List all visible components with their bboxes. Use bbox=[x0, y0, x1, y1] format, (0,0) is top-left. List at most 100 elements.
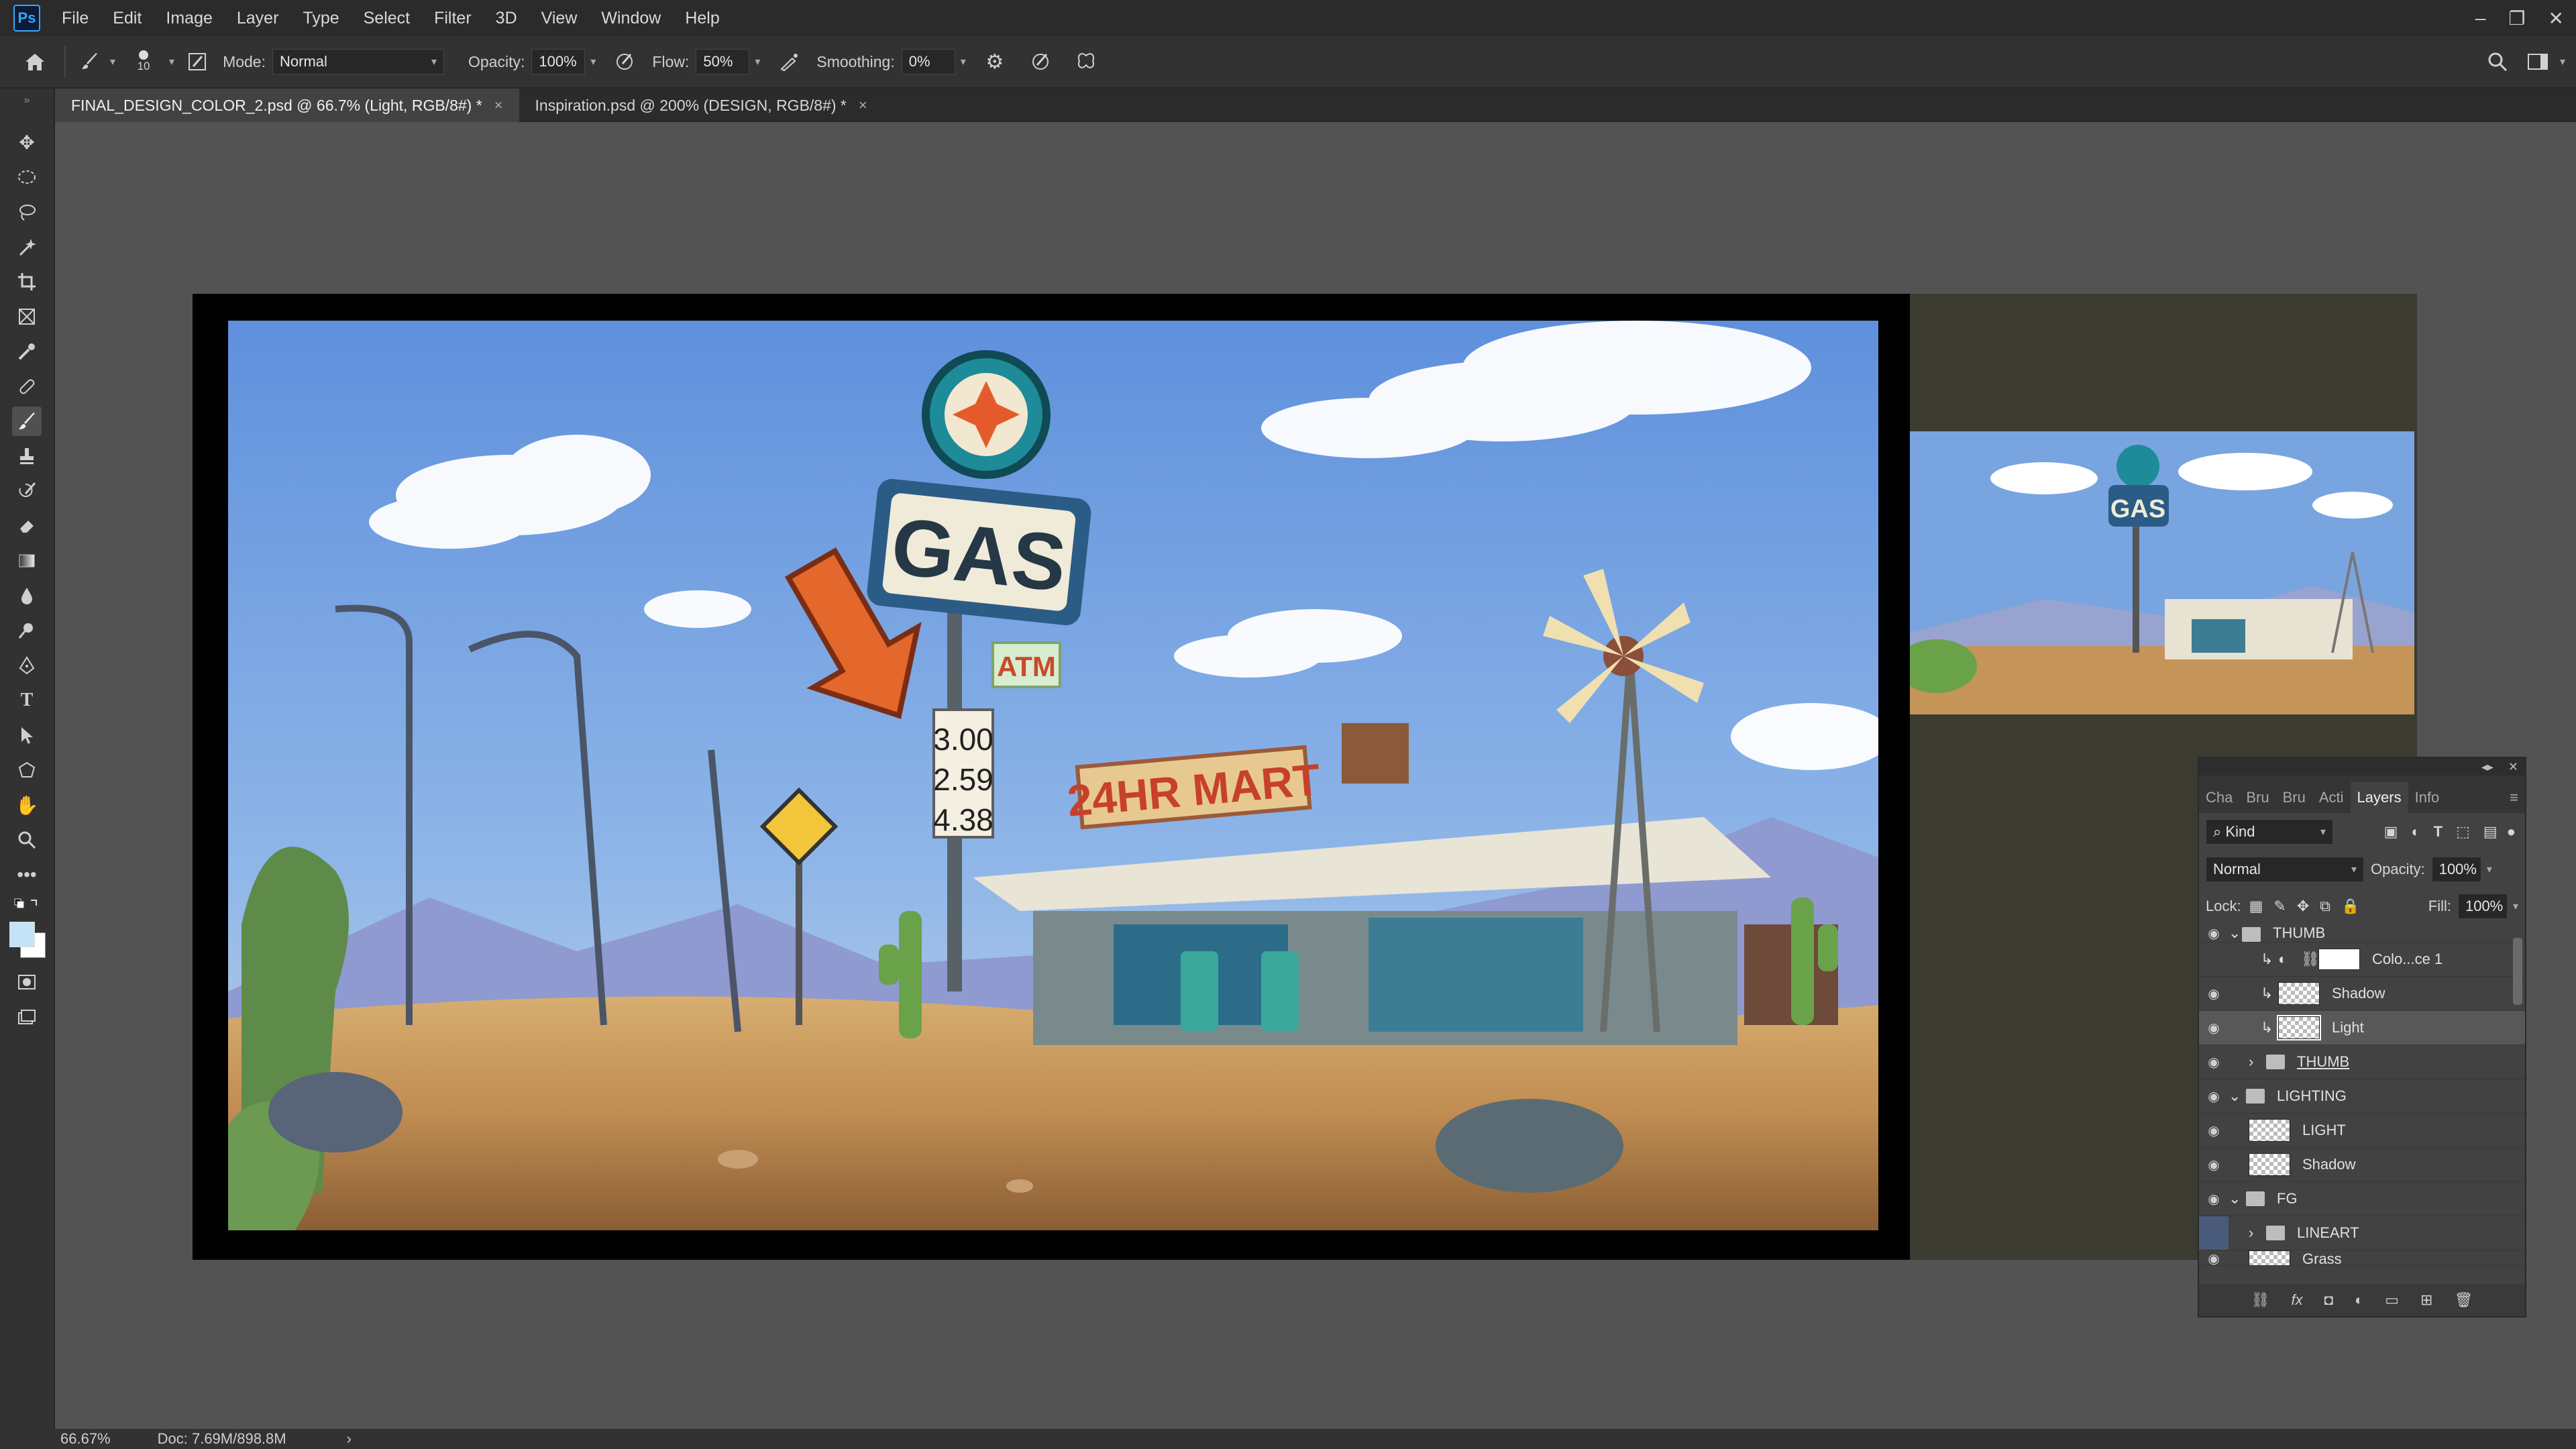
chevron-down-icon[interactable]: ⌄ bbox=[2229, 924, 2242, 942]
menu-help[interactable]: Help bbox=[685, 9, 719, 28]
tab-info[interactable]: Info bbox=[2408, 782, 2447, 813]
airbrush-icon[interactable] bbox=[772, 52, 806, 72]
collapse-icon[interactable]: ◂▸ bbox=[2481, 760, 2493, 774]
layer-row-thumb-subgroup[interactable]: ◉ › THUMB bbox=[2199, 1045, 2525, 1079]
chevron-right-icon[interactable]: › bbox=[2249, 1053, 2266, 1071]
path-selection-tool-icon[interactable] bbox=[12, 720, 42, 750]
menu-filter[interactable]: Filter bbox=[434, 9, 472, 28]
foreground-color-swatch[interactable] bbox=[9, 922, 35, 947]
chevron-down-icon[interactable]: ▾ bbox=[2560, 55, 2565, 68]
blend-mode-dropdown[interactable]: Normal ▾ bbox=[2206, 857, 2364, 882]
zoom-level[interactable]: 66.67% bbox=[60, 1430, 111, 1448]
frame-tool-icon[interactable] bbox=[12, 302, 42, 331]
symmetry-butterfly-icon[interactable] bbox=[1069, 52, 1103, 72]
layer-opacity-field[interactable]: 100% bbox=[2431, 857, 2481, 882]
type-tool-icon[interactable]: T bbox=[12, 686, 42, 715]
flow-field[interactable]: 50% bbox=[696, 49, 750, 74]
chevron-down-icon[interactable]: ▾ bbox=[2487, 863, 2492, 876]
pressure-size-icon[interactable] bbox=[1024, 52, 1057, 72]
layer-row-lighting-group[interactable]: ◉ ⌄ LIGHTING bbox=[2199, 1079, 2525, 1114]
mode-dropdown[interactable]: Normal ▾ bbox=[272, 49, 444, 74]
panel-menu-icon[interactable]: ≡ bbox=[2503, 782, 2525, 813]
fill-field[interactable]: 100% bbox=[2457, 894, 2508, 919]
eye-icon[interactable]: ◉ bbox=[2199, 1088, 2229, 1105]
layer-row-light-upper[interactable]: ◉ LIGHT bbox=[2199, 1114, 2525, 1148]
menu-window[interactable]: Window bbox=[601, 9, 661, 28]
move-tool-icon[interactable]: ✥ bbox=[12, 127, 42, 157]
brush-tool-icon[interactable] bbox=[75, 52, 105, 72]
brush-tool-icon[interactable] bbox=[12, 407, 42, 436]
chevron-down-icon[interactable]: ▾ bbox=[961, 55, 966, 68]
menu-image[interactable]: Image bbox=[166, 9, 212, 28]
layer-row-shadow-2[interactable]: ◉ Shadow bbox=[2199, 1148, 2525, 1182]
marquee-tool-icon[interactable] bbox=[12, 162, 42, 192]
artwork-canvas[interactable]: GAS ATM 3.00 2.59 4.38 24HR MART bbox=[228, 321, 1878, 1230]
trash-icon[interactable]: 🗑 bbox=[2454, 1291, 2473, 1309]
zoom-tool-icon[interactable] bbox=[12, 825, 42, 855]
filter-smart-object-icon[interactable]: ▤ bbox=[2483, 823, 2498, 841]
filter-type-icon[interactable]: T bbox=[2434, 823, 2443, 841]
gradient-tool-icon[interactable] bbox=[12, 546, 42, 576]
lock-image-icon[interactable]: ✎ bbox=[2273, 898, 2286, 915]
chevron-down-icon[interactable]: ▾ bbox=[755, 55, 760, 68]
lock-all-icon[interactable]: 🔒 bbox=[2341, 898, 2359, 915]
layer-row-fg-group[interactable]: ◉ ⌄ FG bbox=[2199, 1182, 2525, 1216]
new-layer-icon[interactable]: ⊞ bbox=[2420, 1291, 2432, 1309]
close-icon[interactable]: ✕ bbox=[2548, 7, 2564, 30]
workspace-icon[interactable] bbox=[2521, 53, 2555, 70]
pressure-opacity-icon[interactable] bbox=[608, 52, 641, 72]
layer-row-grass[interactable]: ◉ Grass bbox=[2199, 1250, 2525, 1266]
link-layers-icon[interactable]: ⛓ bbox=[2251, 1291, 2270, 1309]
filter-shape-icon[interactable]: ⬚ bbox=[2456, 823, 2470, 841]
gear-icon[interactable]: ⚙ bbox=[978, 50, 1012, 74]
menu-type[interactable]: Type bbox=[303, 9, 339, 28]
chevron-down-icon[interactable]: ⌄ bbox=[2229, 1190, 2246, 1208]
lasso-tool-icon[interactable] bbox=[12, 197, 42, 227]
visibility-toggle-empty[interactable] bbox=[2199, 1216, 2229, 1250]
new-adjustment-icon[interactable]: ◐ bbox=[2355, 1291, 2363, 1309]
tab-actions[interactable]: Acti bbox=[2312, 782, 2351, 813]
menu-3d[interactable]: 3D bbox=[496, 9, 517, 28]
tab-channels[interactable]: Cha bbox=[2199, 782, 2239, 813]
eyedropper-tool-icon[interactable] bbox=[12, 337, 42, 366]
smoothing-field[interactable]: 0% bbox=[901, 49, 955, 74]
eye-icon[interactable]: ◉ bbox=[2199, 1020, 2229, 1036]
pen-tool-icon[interactable] bbox=[12, 651, 42, 680]
collapse-handle-icon[interactable]: » bbox=[12, 94, 42, 107]
eye-icon[interactable]: ◉ bbox=[2199, 925, 2229, 942]
home-icon[interactable] bbox=[15, 52, 55, 72]
filter-adjustment-icon[interactable]: ◐ bbox=[2411, 823, 2420, 841]
hand-tool-icon[interactable]: ✋ bbox=[12, 790, 42, 820]
tab-final-design[interactable]: FINAL_DESIGN_COLOR_2.psd @ 66.7% (Light,… bbox=[55, 89, 519, 122]
screen-mode-icon[interactable] bbox=[12, 1002, 42, 1032]
more-tools-icon[interactable]: ••• bbox=[12, 860, 42, 890]
tab-brush-settings[interactable]: Bru bbox=[2276, 782, 2312, 813]
chevron-down-icon[interactable]: ⌄ bbox=[2229, 1087, 2246, 1105]
eye-icon[interactable]: ◉ bbox=[2199, 1191, 2229, 1208]
eraser-tool-icon[interactable] bbox=[12, 511, 42, 541]
tab-inspiration[interactable]: Inspiration.psd @ 200% (DESIGN, RGB/8#) … bbox=[519, 89, 883, 122]
menu-layer[interactable]: Layer bbox=[237, 9, 279, 28]
eye-icon[interactable]: ◉ bbox=[2199, 1054, 2229, 1071]
minimize-icon[interactable]: – bbox=[2475, 7, 2486, 29]
layer-row-color-balance[interactable]: ↳ ◐ ⛓ Colo...ce 1 bbox=[2199, 943, 2525, 977]
chevron-down-icon[interactable]: ▾ bbox=[169, 55, 174, 68]
filter-toggle-icon[interactable]: ● bbox=[2507, 823, 2516, 841]
brush-settings-panel-icon[interactable] bbox=[182, 52, 212, 72]
close-icon[interactable]: × bbox=[859, 97, 867, 114]
restore-icon[interactable]: ❐ bbox=[2508, 7, 2525, 30]
brush-preset-picker[interactable]: 10 bbox=[123, 50, 164, 73]
tab-brushes[interactable]: Bru bbox=[2239, 782, 2275, 813]
layer-row-light[interactable]: ◉ ↳ Light bbox=[2199, 1011, 2525, 1045]
quick-mask-icon[interactable] bbox=[12, 967, 42, 997]
eye-icon[interactable]: ◉ bbox=[2199, 1250, 2229, 1265]
new-group-icon[interactable]: ▭ bbox=[2385, 1291, 2399, 1309]
history-brush-tool-icon[interactable] bbox=[12, 476, 42, 506]
crop-tool-icon[interactable] bbox=[12, 267, 42, 297]
healing-brush-tool-icon[interactable] bbox=[12, 372, 42, 401]
layer-row-shadow[interactable]: ◉ ↳ Shadow bbox=[2199, 977, 2525, 1011]
magic-wand-tool-icon[interactable] bbox=[12, 232, 42, 262]
dodge-tool-icon[interactable] bbox=[12, 616, 42, 645]
clone-stamp-tool-icon[interactable] bbox=[12, 441, 42, 471]
lock-artboard-icon[interactable]: ⧉ bbox=[2320, 898, 2330, 915]
